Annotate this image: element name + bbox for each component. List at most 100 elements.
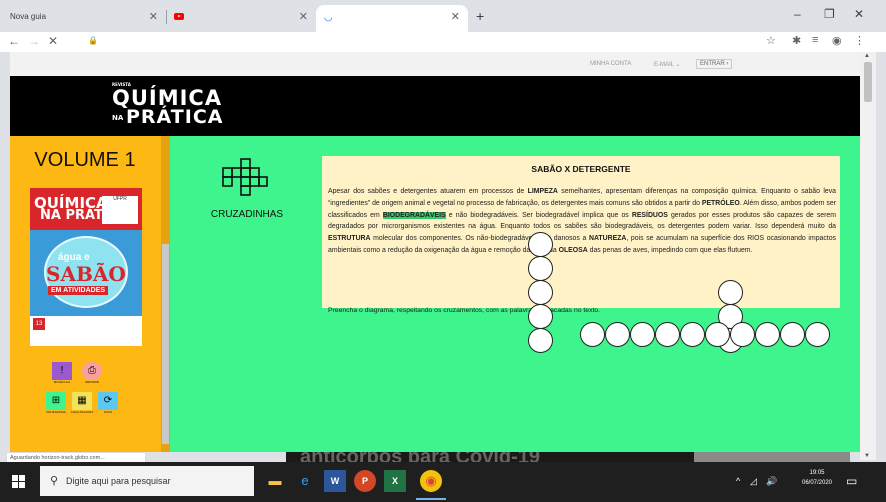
minimize-button[interactable]: – [794,7,801,21]
crossword-cell[interactable] [580,322,605,347]
news-banner[interactable]: anticorpos para Covid-19 [286,452,850,462]
page-scrollbar[interactable]: ▲ ▼ [860,52,876,460]
back-button[interactable]: ← [8,34,20,48]
keyword: RESÍDUOS [631,211,668,219]
puzzle-icon[interactable]: ⟳ JOGO [98,392,118,414]
page-scroll-thumb[interactable] [864,62,872,102]
icon-label: CRUZADINHA [46,410,66,414]
sidebar-scrollbar[interactable] [161,136,170,452]
crossword-cell[interactable] [805,322,830,347]
crossword-cell[interactable] [705,322,730,347]
cover-number: 13 [33,318,45,330]
crossword-cell[interactable] [655,322,680,347]
maximize-button[interactable]: ❐ [824,7,835,21]
file-explorer-icon[interactable]: ▬ [264,470,286,492]
account-link[interactable]: MINHA CONTA [590,61,631,67]
network-icon[interactable]: ◿ [750,476,757,487]
icon-label: IMPRIMIR [85,380,99,384]
top-nav: MINHA CONTA E-MAIL ⌄ ENTRAR › [10,52,860,76]
notification-icon[interactable]: ▭ [846,474,857,488]
close-window-button[interactable]: ✕ [854,7,864,21]
crossword-icon[interactable]: ⊞ CRUZADINHA [46,392,66,414]
word-icon[interactable]: W [324,470,346,492]
windows-start-icon[interactable] [12,475,26,489]
crossword-cell[interactable] [528,328,553,353]
logo-pratica: PRÁTICA [126,106,224,128]
icon-label: CAÇA-PALAVRA [70,410,94,414]
email-link[interactable]: E-MAIL ⌄ [654,61,680,68]
excel-icon[interactable]: X [384,470,406,492]
login-button[interactable]: ENTRAR › [696,59,733,69]
tray-chevron-icon[interactable]: ^ [736,476,740,486]
crossword-cell[interactable] [605,322,630,347]
keyword: LIMPEZA [527,188,558,195]
keyword: OLEOSA [558,246,588,254]
address-bar[interactable]: 🔒 [84,34,754,50]
star-icon[interactable]: ☆ [766,34,776,47]
crossword-cell[interactable] [755,322,780,347]
close-icon[interactable]: ✕ [299,10,308,23]
crossword-cell[interactable] [528,232,553,257]
new-tab-button[interactable]: + [476,8,484,24]
extension-icon[interactable]: ✱ [792,34,801,47]
icon-label: MOLÉCULA [53,380,71,384]
keyword: ESTRUTURA [328,235,371,243]
keyword: PETRÓLEO [701,199,740,207]
cover-logos: UFPR [102,196,138,224]
news-banner-image [694,452,850,462]
crossword-cell[interactable] [718,280,743,305]
close-icon[interactable]: ✕ [149,10,158,23]
crossword-cell[interactable] [780,322,805,347]
printer-icon[interactable]: ⎙ IMPRIMIR [82,362,102,384]
sidebar-scroll-thumb[interactable] [162,244,169,444]
volume-icon[interactable]: 🔊 [766,476,777,487]
powerpoint-icon[interactable]: P [354,470,376,492]
tab-title: Nova guia [10,12,47,21]
media-icon[interactable]: ≡ [812,34,818,46]
tab-separator [166,10,167,24]
profile-icon[interactable]: ◉ [832,34,842,47]
wordsearch-icon[interactable]: ▦ CAÇA-PALAVRA [71,392,93,414]
icon-label: JOGO [103,410,113,414]
web-page: MINHA CONTA E-MAIL ⌄ ENTRAR › REVISTA QU… [10,52,860,452]
text-fragment: molecular dos componentes. Os não-biodeg… [370,235,589,243]
taskbar-search[interactable]: ⚲ Digite aqui para pesquisar [40,466,254,496]
logo-na: NA [112,114,124,122]
text-fragment: das penas de aves, impedindo com que ela… [587,246,753,254]
clock-time: 19:05 [809,470,825,476]
scroll-down-icon[interactable]: ▼ [864,453,870,459]
forward-button[interactable]: → [28,34,40,48]
tab-active[interactable]: ◡ ✕ [316,5,468,32]
tab-youtube[interactable]: ✕ [168,5,316,32]
activity-area: CRUZADINHAS SABÃO X DETERGENTE Apesar do… [170,136,860,452]
text-fragment: e não biodegradáveis. Ser biodegradável … [445,211,632,219]
crossword-label: CRUZADINHAS [210,209,284,220]
loading-icon: ◡ [324,12,333,23]
tab-strip: Nova guia ✕ ✕ ◡ ✕ + – ❐ ✕ [0,0,886,32]
crossword-cell[interactable] [528,304,553,329]
close-icon[interactable]: ✕ [451,10,460,23]
crossword-cell[interactable] [630,322,655,347]
crossword-icon [222,158,268,196]
crossword-cell[interactable] [680,322,705,347]
system-clock[interactable]: 19:05 06/07/2020 [796,468,838,488]
crossword-cell[interactable] [528,280,553,305]
youtube-icon [174,13,184,20]
search-placeholder: Digite aqui para pesquisar [66,476,171,486]
stop-button[interactable]: ✕ [48,34,58,48]
menu-icon[interactable]: ⋮ [854,34,865,47]
browser-toolbar: ← → ✕ 🔒 ☆ ✱ ≡ ◉ ⋮ [0,32,886,52]
edge-icon[interactable]: e [294,470,316,492]
activity-text: Apesar dos sabões e detergentes atuarem … [328,186,836,257]
activity-textbox: SABÃO X DETERGENTE Apesar dos sabões e d… [322,156,840,308]
exclamation-icon[interactable]: ! MOLÉCULA [52,362,72,384]
cover-atividades: EM ATIVIDADES [48,286,109,295]
scroll-up-icon[interactable]: ▲ [864,53,870,59]
magazine-cover[interactable]: QUÍMICA NA PRÁTICA UFPR água e SABÃO EM … [30,188,142,346]
crossword-cell[interactable] [528,256,553,281]
chrome-icon[interactable]: ◉ [416,470,446,500]
crossword-cell[interactable] [730,322,755,347]
activity-title: SABÃO X DETERGENTE [531,164,631,174]
tab-new-tab[interactable]: Nova guia ✕ [0,5,166,32]
site-header: REVISTA QUÍMICA NA PRÁTICA [10,76,860,136]
